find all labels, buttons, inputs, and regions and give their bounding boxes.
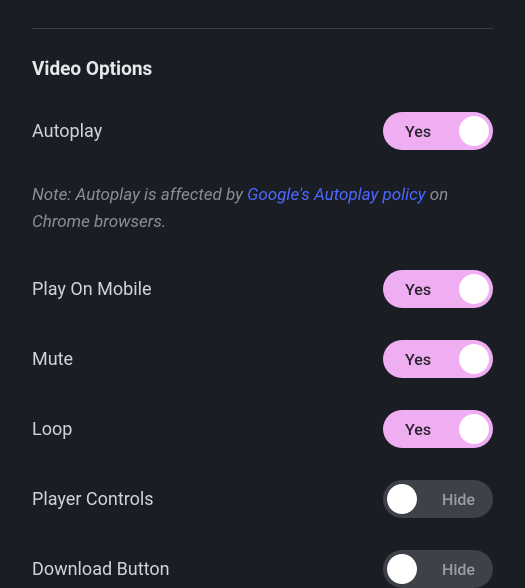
toggle-text: Yes	[405, 122, 431, 141]
toggle-knob	[459, 414, 489, 444]
mute-label: Mute	[32, 349, 73, 370]
section-title: Video Options	[32, 57, 493, 80]
option-row-download-button: Download Button Hide	[32, 550, 493, 588]
player-controls-toggle[interactable]: Hide	[383, 480, 493, 518]
toggle-knob	[459, 116, 489, 146]
autoplay-toggle[interactable]: Yes	[383, 112, 493, 150]
mute-toggle[interactable]: Yes	[383, 340, 493, 378]
loop-toggle[interactable]: Yes	[383, 410, 493, 448]
toggle-text: Hide	[442, 490, 475, 509]
toggle-knob	[459, 344, 489, 374]
autoplay-note: Note: Autoplay is affected by Google's A…	[32, 182, 493, 236]
autoplay-label: Autoplay	[32, 121, 102, 142]
toggle-text: Yes	[405, 280, 431, 299]
player-controls-label: Player Controls	[32, 489, 154, 510]
toggle-text: Yes	[405, 350, 431, 369]
loop-label: Loop	[32, 419, 72, 440]
download-button-toggle[interactable]: Hide	[383, 550, 493, 588]
option-row-play-on-mobile: Play On Mobile Yes	[32, 270, 493, 308]
play-on-mobile-label: Play On Mobile	[32, 279, 152, 300]
option-row-autoplay: Autoplay Yes	[32, 112, 493, 150]
toggle-text: Yes	[405, 420, 431, 439]
autoplay-policy-link[interactable]: Google's Autoplay policy	[247, 185, 425, 205]
toggle-knob	[459, 274, 489, 304]
note-prefix: Note: Autoplay is affected by	[32, 185, 247, 205]
section-divider	[32, 28, 493, 29]
download-button-label: Download Button	[32, 559, 170, 580]
option-row-mute: Mute Yes	[32, 340, 493, 378]
toggle-knob	[387, 484, 417, 514]
toggle-text: Hide	[442, 560, 475, 579]
option-row-loop: Loop Yes	[32, 410, 493, 448]
option-row-player-controls: Player Controls Hide	[32, 480, 493, 518]
play-on-mobile-toggle[interactable]: Yes	[383, 270, 493, 308]
